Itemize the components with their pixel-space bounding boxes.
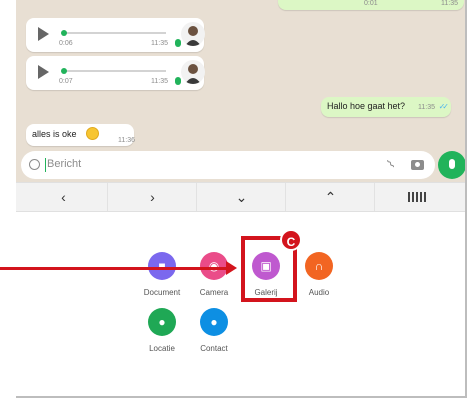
paperclip-icon[interactable]: ⌇: [384, 157, 397, 171]
attach-location[interactable]: ● Locatie: [136, 308, 188, 353]
message-time: 11:36: [118, 137, 135, 144]
key-up[interactable]: ⌃: [287, 183, 375, 211]
voice-track[interactable]: [66, 32, 166, 34]
camera-icon[interactable]: [411, 160, 424, 170]
phone-screen: 0:01 11:35 0:06 11:35 0:07 11:35 Hallo h…: [16, 0, 467, 398]
outgoing-message[interactable]: Hallo hoe gaat het? 11:35 ✓✓: [321, 97, 451, 117]
annotation-arrow-line: [0, 267, 230, 270]
top-message-duration: 0:01: [364, 0, 378, 7]
avatar: [181, 60, 205, 84]
avatar-image: [185, 26, 201, 46]
emoji-icon[interactable]: [29, 159, 40, 170]
mic-icon: [449, 159, 455, 169]
message-input-bar: Bericht ⌇: [16, 148, 465, 182]
voice-duration: 0:07: [59, 78, 73, 85]
attach-label: Document: [143, 288, 181, 297]
message-text: Hallo hoe gaat het?: [327, 101, 406, 111]
attach-label: Audio: [308, 288, 330, 297]
avatar-image: [185, 64, 201, 84]
key-down[interactable]: ⌄: [198, 183, 286, 211]
attach-audio[interactable]: ∩ Audio: [293, 252, 345, 297]
message-text: alles is oke: [32, 129, 77, 139]
read-ticks-icon: ✓✓: [438, 102, 450, 111]
voice-duration: 0:06: [59, 40, 73, 47]
keyboard-icon[interactable]: [408, 192, 426, 202]
playhead-dot[interactable]: [61, 68, 67, 74]
annotation-arrowhead-icon: [226, 261, 237, 275]
voice-track[interactable]: [66, 70, 166, 72]
voice-time: 11:35: [151, 40, 168, 47]
location-icon: ●: [148, 308, 176, 336]
top-message-bubble[interactable]: 0:01 11:35: [278, 0, 464, 10]
key-left[interactable]: ‹: [20, 183, 108, 211]
contact-icon: ●: [200, 308, 228, 336]
mic-button[interactable]: [438, 151, 465, 179]
step-badge: C: [280, 229, 302, 251]
voice-message[interactable]: 0:07 11:35: [26, 56, 205, 90]
message-placeholder: Bericht: [47, 158, 82, 170]
keyboard-nav-row: ‹ › ⌄ ⌃: [16, 182, 465, 212]
play-icon[interactable]: [38, 65, 49, 79]
attach-contact[interactable]: ● Contact: [188, 308, 240, 353]
top-message-time: 11:35: [441, 0, 458, 7]
avatar: [181, 22, 205, 46]
attach-label: Camera: [199, 288, 229, 297]
headphones-icon: ∩: [305, 252, 333, 280]
message-time: 11:35: [418, 104, 435, 111]
camera-icon: ◉: [200, 252, 228, 280]
attach-document[interactable]: ■ Document: [136, 252, 188, 297]
voice-message[interactable]: 0:06 11:35: [26, 18, 205, 52]
text-cursor: [45, 158, 46, 172]
playhead-dot[interactable]: [61, 30, 67, 36]
mic-icon: [175, 39, 181, 47]
attach-label: Contact: [200, 344, 228, 353]
message-input[interactable]: Bericht ⌇: [21, 151, 435, 179]
mic-icon: [175, 77, 181, 85]
voice-time: 11:35: [151, 78, 168, 85]
chat-area[interactable]: 0:01 11:35 0:06 11:35 0:07 11:35 Hallo h…: [16, 0, 465, 148]
key-right[interactable]: ›: [109, 183, 197, 211]
attach-label: Locatie: [149, 344, 175, 353]
smiley-emoji-icon: [86, 127, 99, 140]
play-icon[interactable]: [38, 27, 49, 41]
document-icon: ■: [148, 252, 176, 280]
incoming-message[interactable]: alles is oke 11:36: [26, 124, 135, 146]
